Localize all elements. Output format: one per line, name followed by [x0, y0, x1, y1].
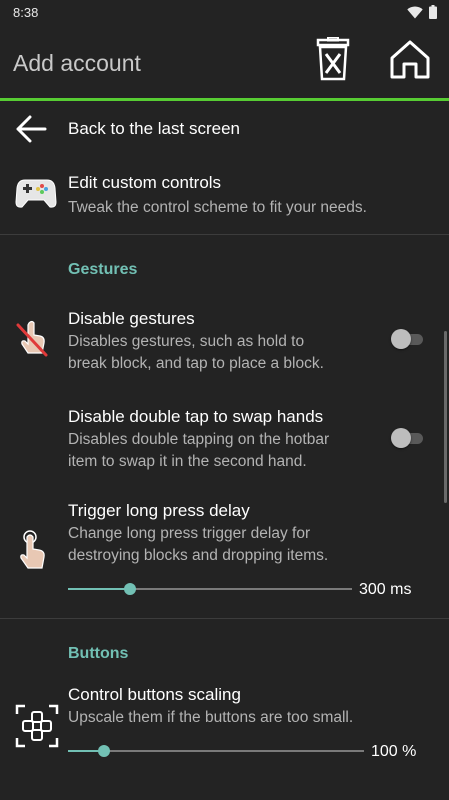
long-press-title: Trigger long press delay	[68, 501, 250, 520]
disable-double-tap-summary-2: item to swap it in the second hand.	[68, 453, 307, 470]
disable-gestures-summary-1: Disables gestures, such as hold to	[68, 333, 305, 350]
delete-button[interactable]	[310, 36, 356, 86]
status-time: 8:38	[13, 5, 39, 20]
switch-thumb	[391, 329, 411, 349]
disable-gestures-title: Disable gestures	[68, 309, 195, 328]
buttons-scaling-row[interactable]: Control buttons scaling Upscale them if …	[0, 679, 449, 789]
app-toolbar: Add account	[0, 24, 449, 98]
buttons-scaling-title: Control buttons scaling	[68, 685, 241, 704]
long-press-delay-row[interactable]: Trigger long press delay Change long pre…	[0, 495, 449, 605]
disable-double-tap-summary-1: Disables double tapping on the hotbar	[68, 431, 330, 448]
custom-controls-summary: Tweak the control scheme to fit your nee…	[68, 199, 367, 216]
buttons-header: Buttons	[68, 645, 129, 662]
disable-gestures-summary-2: break block, and tap to place a block.	[68, 355, 324, 372]
divider	[0, 618, 449, 619]
long-press-slider[interactable]	[68, 579, 352, 599]
gesture-off-icon	[14, 319, 50, 359]
status-icons	[407, 5, 437, 24]
slider-thumb[interactable]	[98, 745, 110, 757]
long-press-summary-2: destroying blocks and dropping items.	[68, 547, 329, 564]
touch-hand-icon	[14, 529, 50, 571]
disable-double-tap-title: Disable double tap to swap hands	[68, 407, 324, 426]
disable-gestures-switch[interactable]	[391, 328, 425, 350]
slider-fill	[68, 588, 130, 590]
custom-controls-row[interactable]: Edit custom controls Tweak the control s…	[0, 161, 449, 231]
switch-thumb	[391, 428, 411, 448]
gamepad-icon	[14, 175, 58, 211]
disable-double-tap-row[interactable]: Disable double tap to swap hands Disable…	[0, 397, 449, 479]
buttons-scaling-slider[interactable]	[68, 741, 364, 761]
slider-thumb[interactable]	[124, 583, 136, 595]
delete-icon	[314, 36, 352, 86]
long-press-summary-1: Change long press trigger delay for	[68, 525, 311, 542]
buttons-grid-icon	[14, 703, 60, 749]
settings-list: Back to the last screen Edit custom cont…	[0, 101, 449, 800]
home-icon	[389, 38, 431, 85]
page-title: Add account	[13, 50, 141, 76]
home-button[interactable]	[387, 38, 433, 84]
gestures-header: Gestures	[68, 261, 138, 278]
buttons-scaling-value: 100 %	[371, 743, 417, 760]
slider-track	[68, 750, 364, 752]
divider	[0, 234, 449, 235]
long-press-value: 300 ms	[359, 581, 412, 598]
disable-double-tap-switch[interactable]	[391, 427, 425, 449]
disable-gestures-row[interactable]: Disable gestures Disables gestures, such…	[0, 297, 449, 379]
buttons-scaling-summary: Upscale them if the buttons are too smal…	[68, 709, 354, 726]
custom-controls-title: Edit custom controls	[68, 173, 222, 192]
scrollbar[interactable]	[444, 331, 447, 503]
arrow-back-icon	[14, 113, 48, 145]
back-title: Back to the last screen	[68, 119, 240, 138]
back-row[interactable]: Back to the last screen	[0, 101, 449, 157]
wifi-icon	[407, 6, 423, 24]
status-bar: 8:38	[0, 0, 449, 24]
battery-icon	[429, 5, 437, 24]
